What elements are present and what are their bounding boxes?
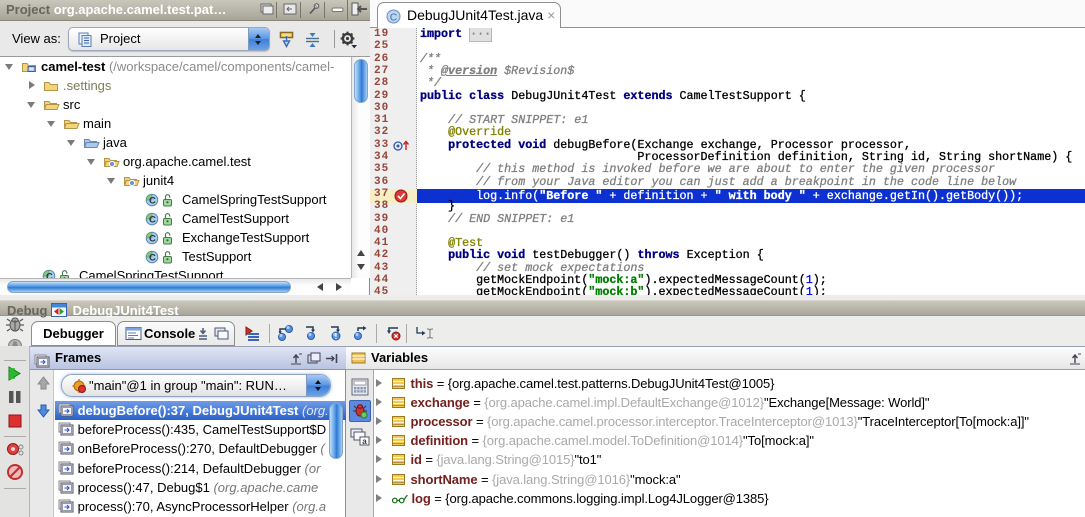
svg-text:C: C [149,215,156,226]
svg-text:C: C [390,12,397,23]
svg-text:C: C [149,196,156,207]
svg-text:C: C [149,234,156,245]
svg-text:C: C [149,253,156,264]
svg-text:!: ! [335,332,338,341]
